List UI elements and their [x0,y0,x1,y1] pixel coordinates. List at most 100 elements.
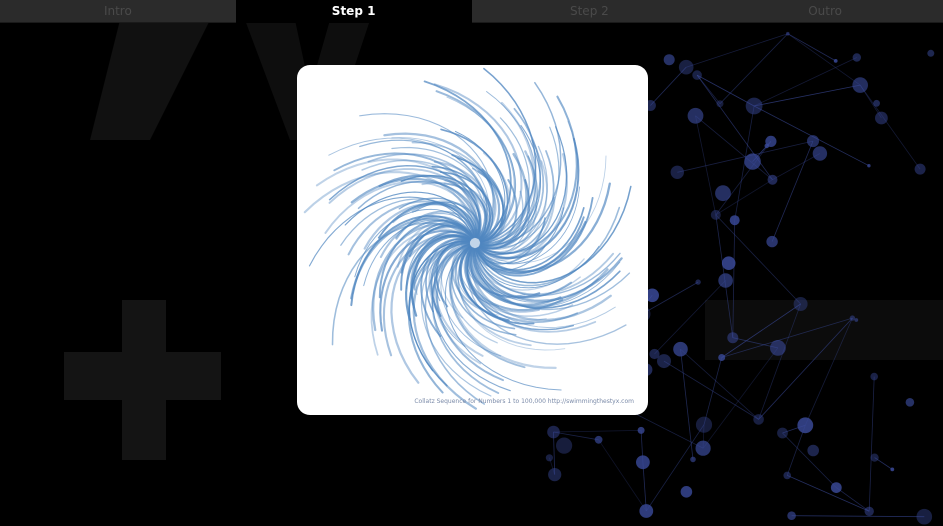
network-node [710,209,721,220]
network-edge [782,432,837,488]
network-node [753,414,764,425]
image-card: Collatz Sequence for Numbers 1 to 100,00… [297,65,648,415]
network-edge [859,84,921,170]
network-node [695,279,701,285]
network-node [690,456,696,463]
network-edge [553,430,642,433]
network-node [729,215,740,226]
network-node [673,341,688,357]
network-node [797,417,814,434]
bg-glyph-seven [90,20,210,140]
network-edge [771,140,814,242]
network-node [718,354,726,361]
network-node [548,468,562,482]
network-node [870,453,879,462]
network-node [890,467,895,472]
network-node [744,153,761,170]
network-node [695,416,713,433]
tab-step-1[interactable]: Step 1 [235,0,472,23]
network-edge [772,153,821,181]
network-node [852,77,868,93]
network-node [927,49,935,57]
network-node [556,437,573,454]
network-node [718,273,733,288]
tab-bar: Intro Step 1 Step 2 Outro [0,0,943,23]
page: Intro Step 1 Step 2 Outro Collatz Sequen… [0,0,943,526]
network-node [545,454,554,462]
image-caption: Collatz Sequence for Numbers 1 to 100,00… [414,398,634,405]
network-node [636,455,650,470]
network-edge [645,424,705,512]
tab-step-2[interactable]: Step 2 [471,0,708,23]
network-edge [868,376,875,512]
network-edge [686,33,788,68]
network-node [914,163,926,175]
network-node [649,348,660,360]
network-node [807,135,819,148]
bg-plus-horizontal [64,352,221,400]
network-node [786,31,790,36]
network-node [787,511,796,520]
network-edge [650,66,687,106]
spiral-core [461,229,489,257]
network-node [812,146,828,161]
network-node [745,97,763,115]
network-edge [695,115,773,181]
network-edge [695,115,717,215]
network-edge [680,349,694,460]
network-node [905,398,915,407]
network-edge [696,74,773,180]
network-node [849,315,856,321]
network-node [670,165,684,179]
tab-outro[interactable]: Outro [707,0,943,23]
network-node [687,107,704,124]
network-node [870,372,878,381]
network-edge [715,141,772,216]
network-node [777,427,788,439]
network-edge [786,425,806,476]
tab-intro[interactable]: Intro [0,0,236,23]
network-edge [598,439,647,512]
network-node [716,100,724,108]
network-node [875,111,888,125]
network-node [867,164,871,168]
network-node [680,486,693,498]
network-edge [696,74,755,107]
network-node [663,54,675,66]
network-node [639,504,654,518]
network-node [721,256,736,271]
network-node [695,440,711,456]
network-node [916,508,933,525]
network-node [783,471,791,480]
network-edge [754,84,861,107]
network-node [864,506,874,516]
network-node [793,297,808,311]
network-node [830,482,842,493]
network-edge [642,462,647,512]
network-node [852,53,861,62]
bg-glyph-right [705,300,943,360]
network-edge [787,475,870,512]
network-node [770,340,786,356]
network-edge [696,74,721,104]
collatz-spiral-image [303,67,632,410]
network-edge [753,57,857,107]
network-node [767,174,778,185]
network-edge [791,515,925,518]
network-node [637,426,645,434]
network-node [766,235,778,248]
network-node [678,59,694,75]
network-node [594,435,603,444]
network-node [547,425,560,439]
network-node [727,332,739,344]
network-node [807,444,819,457]
network-edge [663,360,759,420]
network-node [692,70,702,80]
network-node [833,59,838,63]
network-node [715,185,731,202]
network-edge [787,33,836,62]
network-edge [703,357,723,425]
network-edge [787,33,861,86]
network-node [765,135,777,147]
network-node [873,99,880,107]
